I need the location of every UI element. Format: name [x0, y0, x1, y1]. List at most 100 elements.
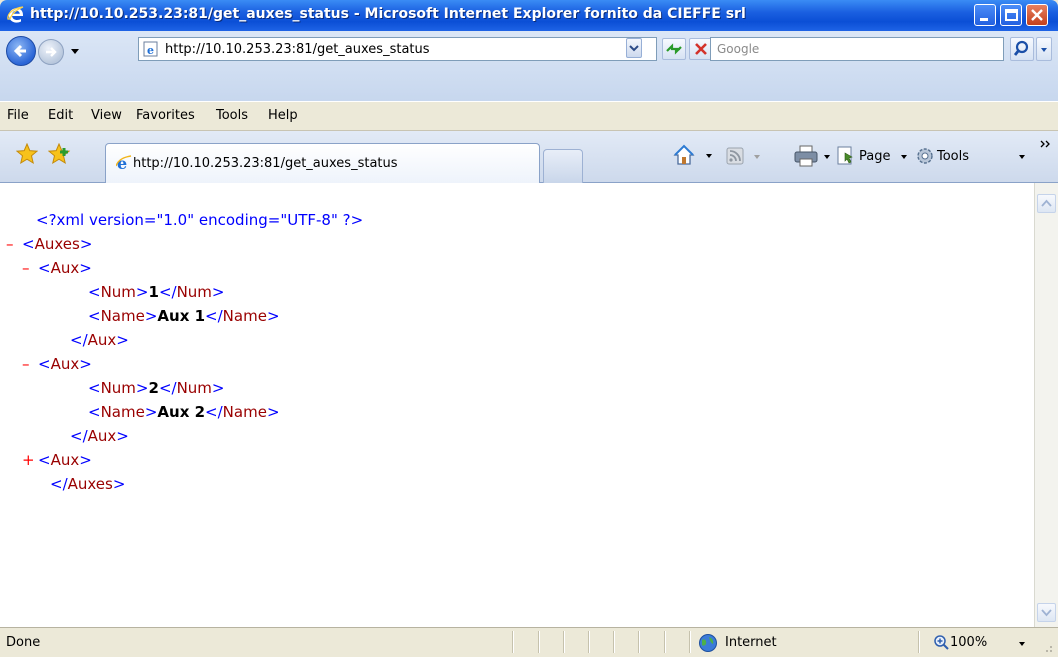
ie-logo-icon: [7, 6, 24, 23]
home-dropdown-icon[interactable]: [704, 151, 714, 161]
forward-arrow-icon: [46, 47, 57, 57]
forward-button[interactable]: [38, 39, 64, 65]
xml-tag-name: Auxes: [34, 235, 80, 253]
status-divider: [588, 631, 590, 653]
xml-tag-name: Num: [100, 379, 136, 397]
title-bar: http://10.10.253.23:81/get_auxes_status …: [0, 0, 1058, 31]
search-options-button[interactable]: [1036, 37, 1052, 61]
page-menu-label[interactable]: Page: [859, 149, 890, 164]
minimize-button[interactable]: [974, 4, 996, 26]
tools-dropdown-icon[interactable]: [1017, 152, 1027, 162]
status-divider: [689, 631, 691, 653]
address-dropdown-button[interactable]: [626, 38, 642, 58]
menu-view[interactable]: View: [91, 108, 122, 123]
gear-icon[interactable]: [915, 146, 935, 166]
chevron-down-icon: [1041, 609, 1052, 617]
refresh-button[interactable]: [662, 38, 686, 60]
page-menu-icon[interactable]: [836, 146, 856, 166]
xml-value: Aux 2: [157, 403, 206, 421]
xml-tag-name: Aux: [87, 427, 117, 445]
menu-file[interactable]: File: [7, 108, 29, 123]
expand-toggle[interactable]: +: [22, 451, 35, 469]
favorites-center-star-icon[interactable]: [16, 143, 38, 165]
search-placeholder: Google: [717, 42, 760, 56]
xml-node-num: <Num>1</Num>: [88, 283, 225, 301]
status-divider: [563, 631, 565, 653]
xml-declaration: <?xml version="1.0" encoding="UTF-8" ?>: [36, 211, 363, 233]
chevron-down-icon: [629, 45, 639, 52]
feeds-dropdown-icon[interactable]: [752, 152, 762, 162]
url-text: http://10.10.253.23:81/get_auxes_status: [165, 42, 430, 57]
xml-tag-name: Name: [222, 307, 267, 325]
tools-menu-label[interactable]: Tools: [937, 149, 969, 164]
feeds-icon[interactable]: [726, 147, 744, 165]
zoom-level[interactable]: 100%: [950, 635, 987, 650]
menu-edit[interactable]: Edit: [48, 108, 73, 123]
collapse-toggle[interactable]: –: [22, 259, 30, 277]
status-divider: [918, 631, 920, 653]
maximize-icon: [1005, 9, 1018, 21]
tab-current-page[interactable]: e http://10.10.253.23:81/get_auxes_statu…: [105, 143, 540, 183]
recent-pages-dropdown[interactable]: [68, 44, 82, 58]
xml-tag-name: Num: [100, 283, 136, 301]
xml-tag-name: Aux: [50, 451, 80, 469]
search-button[interactable]: [1010, 37, 1034, 61]
xml-value: 2: [148, 379, 159, 397]
window-title: http://10.10.253.23:81/get_auxes_status …: [30, 6, 746, 22]
home-icon[interactable]: [672, 143, 696, 167]
resize-grip-icon[interactable]: [1040, 640, 1054, 654]
xml-content-area: <?xml version="1.0" encoding="UTF-8" ?> …: [0, 183, 1034, 627]
zoom-icon[interactable]: [933, 634, 949, 650]
xml-node-auxes-close: </Auxes>: [50, 475, 126, 493]
internet-globe-icon: [699, 634, 717, 652]
chevron-up-icon: [1041, 199, 1052, 207]
tab-toolbar: e http://10.10.253.23:81/get_auxes_statu…: [0, 131, 1058, 183]
xml-node-name: <Name>Aux 2</Name>: [88, 403, 280, 421]
xml-tag-name: Aux: [50, 355, 80, 373]
status-divider: [613, 631, 615, 653]
back-arrow-icon: [13, 44, 26, 58]
collapse-toggle[interactable]: –: [22, 355, 30, 373]
scroll-down-button[interactable]: [1037, 603, 1056, 622]
ie-page-icon: e: [116, 155, 132, 171]
close-button[interactable]: [1026, 4, 1048, 26]
xml-tag-name: Auxes: [67, 475, 113, 493]
address-field[interactable]: e http://10.10.253.23:81/get_auxes_statu…: [138, 37, 657, 61]
menu-favorites[interactable]: Favorites: [136, 108, 195, 123]
add-to-favorites-icon[interactable]: [48, 143, 72, 165]
menu-tools[interactable]: Tools: [216, 108, 248, 123]
status-divider: [638, 631, 640, 653]
maximize-button[interactable]: [1000, 4, 1022, 26]
page-dropdown-icon[interactable]: [899, 152, 909, 162]
menu-help[interactable]: Help: [268, 108, 298, 123]
xml-node-name: <Name>Aux 1</Name>: [88, 307, 280, 325]
print-icon[interactable]: [794, 145, 818, 167]
address-toolbar: e http://10.10.253.23:81/get_auxes_statu…: [0, 31, 1058, 101]
status-bar: Done Internet 100%: [0, 627, 1058, 657]
search-input[interactable]: Google: [710, 37, 1004, 61]
collapse-toggle[interactable]: –: [6, 235, 14, 253]
minimize-icon: [980, 18, 988, 21]
xml-tag-name: Num: [176, 283, 212, 301]
new-tab-button[interactable]: [543, 149, 583, 183]
xml-node-aux-close: </Aux>: [70, 331, 129, 349]
status-divider: [538, 631, 540, 653]
scroll-up-button[interactable]: [1037, 194, 1056, 213]
ie-page-icon: e: [143, 41, 158, 57]
xml-tag-name: Name: [222, 403, 267, 421]
xml-tag-name: Aux: [50, 259, 80, 277]
status-divider: [512, 631, 514, 653]
vertical-scrollbar[interactable]: [1034, 183, 1058, 627]
security-zone-label[interactable]: Internet: [725, 635, 777, 650]
xml-tag-name: Name: [100, 403, 145, 421]
xml-node-num: <Num>2</Num>: [88, 379, 225, 397]
xml-value: 1: [148, 283, 159, 301]
print-dropdown-icon[interactable]: [822, 152, 832, 162]
stop-icon: [695, 43, 707, 55]
chevron-more-icon[interactable]: [1040, 139, 1052, 149]
zoom-dropdown-icon[interactable]: [1017, 639, 1027, 649]
xml-value: Aux 1: [157, 307, 206, 325]
back-button[interactable]: [6, 36, 36, 66]
close-icon: [1031, 9, 1043, 21]
xml-tag-name: Aux: [87, 331, 117, 349]
